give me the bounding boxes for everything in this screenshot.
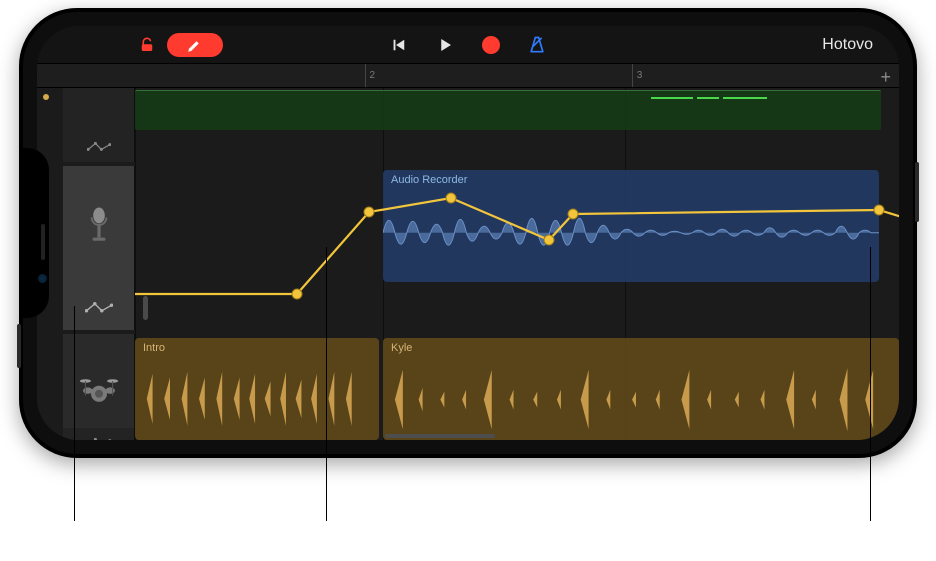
track-row-audio: Audio Recorder: [37, 166, 899, 286]
unlock-icon: [138, 36, 156, 54]
track-header-instrument[interactable]: [63, 88, 135, 132]
drumkit-icon: [79, 374, 119, 404]
tracks-area: Audio Recorder: [37, 88, 899, 440]
transport-controls: [385, 31, 551, 59]
callout-line: [326, 247, 327, 521]
automation-lane-handle[interactable]: [143, 296, 148, 320]
drummer-region-kyle[interactable]: Kyle: [383, 338, 899, 440]
timeline-ruler[interactable]: 2 3 +: [37, 64, 899, 88]
automation-icon: [87, 140, 111, 154]
pencil-icon: [186, 36, 204, 54]
track-lane-instrument[interactable]: [135, 88, 899, 132]
unlock-button[interactable]: [127, 35, 167, 55]
audio-region-label: Audio Recorder: [391, 174, 467, 186]
metronome-button[interactable]: [523, 31, 551, 59]
midi-notes: [651, 97, 801, 103]
automation-icon: [85, 300, 113, 316]
toolbar: Hotovo: [37, 26, 899, 64]
record-button[interactable]: [477, 31, 505, 59]
automation-marker: [43, 94, 49, 100]
drummer-region-intro[interactable]: Intro: [135, 338, 379, 440]
audio-region[interactable]: Audio Recorder: [383, 170, 879, 282]
track-row-instrument: [37, 88, 899, 132]
track-lane-drummer[interactable]: Intro: [135, 334, 899, 440]
metronome-icon: [527, 35, 547, 55]
midi-region[interactable]: [135, 90, 881, 130]
phone-volume-button: [17, 324, 21, 368]
app-screen: Hotovo 2 3 +: [37, 26, 899, 440]
go-to-beginning-button[interactable]: [385, 31, 413, 59]
drummer-region-kyle-label: Kyle: [391, 342, 412, 354]
track-lane-audio[interactable]: Audio Recorder: [135, 166, 899, 286]
done-button[interactable]: Hotovo: [822, 36, 873, 54]
track-automation-row-audio: [37, 286, 899, 330]
drummer-waveform-kyle: [389, 364, 893, 435]
add-track-button[interactable]: +: [880, 68, 891, 86]
drummer-waveform-intro: [141, 364, 373, 434]
ruler-barline: [365, 64, 366, 87]
play-icon: [436, 36, 454, 54]
edit-mode-button[interactable]: [167, 33, 223, 57]
ruler-bar-label: 2: [370, 70, 376, 81]
callout-line: [74, 306, 75, 521]
play-button[interactable]: [431, 31, 459, 59]
drummer-region-intro-label: Intro: [143, 342, 165, 354]
track-automation-row-instrument: [37, 132, 899, 162]
horizontal-scrollbar-thumb[interactable]: [385, 434, 495, 438]
automation-icon: [87, 436, 111, 440]
previous-icon: [390, 36, 408, 54]
track-automation-header[interactable]: [63, 132, 135, 162]
record-icon: [482, 36, 500, 54]
audio-waveform: [383, 198, 879, 267]
ruler-barline: [632, 64, 633, 87]
phone-notch: [23, 148, 49, 318]
phone-frame: Hotovo 2 3 +: [19, 8, 917, 458]
phone-side-button: [915, 162, 919, 222]
track-row-drummer: Intro: [37, 334, 899, 440]
phone-inner: Hotovo 2 3 +: [23, 12, 913, 454]
callout-line: [870, 247, 871, 521]
toolbar-left-cluster: [127, 33, 223, 57]
track-header-audio[interactable]: [63, 166, 135, 286]
microphone-icon: [85, 207, 113, 245]
ruler-bar-label: 3: [637, 70, 643, 81]
